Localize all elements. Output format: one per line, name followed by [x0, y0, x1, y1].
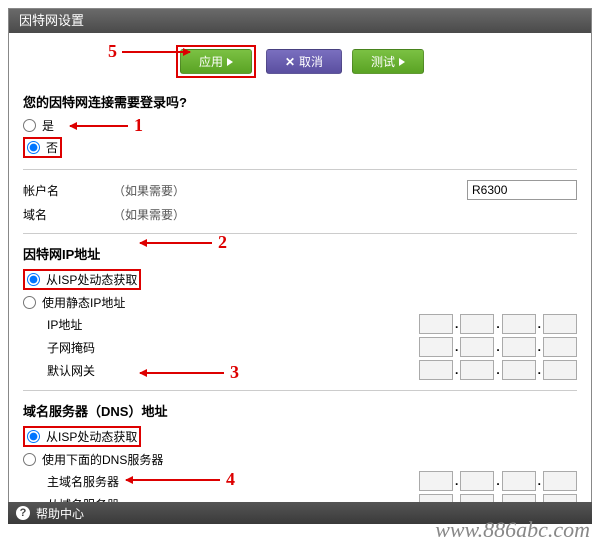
ip-address-input[interactable]: ...: [419, 314, 577, 334]
ip-dyn-label: 从ISP处动态获取: [46, 271, 137, 288]
annotation-1: 1: [134, 115, 143, 136]
help-label: 帮助中心: [36, 505, 84, 522]
gateway-input[interactable]: ...: [419, 360, 577, 380]
domain-row: 域名 （如果需要）: [23, 206, 577, 223]
radio-no-label: 否: [46, 139, 58, 156]
ip-static-label: 使用静态IP地址: [42, 294, 125, 311]
dns-section-title: 域名服务器（DNS）地址: [23, 401, 577, 420]
annotation-arrow-3: [140, 372, 224, 374]
annotation-box-1: 否: [23, 137, 62, 158]
dns-manual-row[interactable]: 使用下面的DNS服务器: [23, 451, 577, 468]
annotation-4: 4: [226, 469, 235, 490]
test-button[interactable]: 测试: [352, 49, 424, 74]
play-icon: [399, 58, 405, 66]
account-input[interactable]: [467, 180, 577, 200]
account-row: 帐户名 （如果需要）: [23, 180, 577, 200]
dns-primary-input[interactable]: ...: [419, 471, 577, 491]
dns-dyn-label: 从ISP处动态获取: [46, 428, 137, 445]
radio-yes-label: 是: [42, 117, 54, 134]
radio-yes[interactable]: [23, 119, 36, 132]
settings-panel: 因特网设置 应用 ✕ 取消 测试 您的因特网连接需要登录吗? 是 否: [8, 8, 592, 524]
ip-radio-static[interactable]: [23, 296, 36, 309]
ip-section-title: 因特网IP地址: [23, 244, 577, 263]
dns-manual-label: 使用下面的DNS服务器: [42, 451, 163, 468]
annotation-arrow-4: [126, 479, 220, 481]
annotation-arrow-5: [122, 51, 190, 53]
watermark: www.886abc.com: [435, 517, 590, 543]
ip-radio-dynamic[interactable]: [27, 273, 40, 286]
panel-title: 因特网设置: [9, 9, 591, 33]
gateway-row: 默认网关 ...: [23, 360, 577, 380]
radio-no-row[interactable]: 否: [27, 139, 58, 156]
account-label: 帐户名: [23, 182, 113, 199]
login-question: 您的因特网连接需要登录吗?: [23, 92, 577, 111]
dns-radio-manual[interactable]: [23, 453, 36, 466]
annotation-5: 5: [108, 41, 117, 62]
dns-primary-label: 主域名服务器: [23, 473, 133, 490]
subnet-input[interactable]: ...: [419, 337, 577, 357]
dns-radio-dynamic[interactable]: [27, 430, 40, 443]
annotation-arrow-2: [140, 242, 212, 244]
divider: [23, 233, 577, 234]
annotation-2: 2: [218, 232, 227, 253]
dns-primary-row: 主域名服务器 ...: [23, 471, 577, 491]
annotation-3: 3: [230, 362, 239, 383]
x-icon: ✕: [285, 55, 295, 69]
ip-dyn-row[interactable]: 从ISP处动态获取: [27, 271, 137, 288]
ip-address-row: IP地址 ...: [23, 314, 577, 334]
dns-dyn-row[interactable]: 从ISP处动态获取: [27, 428, 137, 445]
subnet-row: 子网掩码 ...: [23, 337, 577, 357]
play-icon: [227, 58, 233, 66]
gateway-label: 默认网关: [23, 362, 133, 379]
apply-label: 应用: [199, 53, 223, 70]
divider: [23, 390, 577, 391]
ip-address-label: IP地址: [23, 316, 133, 333]
domain-hint: （如果需要）: [113, 206, 185, 223]
divider: [23, 169, 577, 170]
cancel-button[interactable]: ✕ 取消: [266, 49, 342, 74]
account-hint: （如果需要）: [113, 182, 185, 199]
ip-static-row[interactable]: 使用静态IP地址: [23, 294, 577, 311]
action-buttons: 应用 ✕ 取消 测试: [9, 33, 591, 90]
domain-label: 域名: [23, 206, 113, 223]
content-scroll[interactable]: 您的因特网连接需要登录吗? 是 否 帐户名 （如果需要） 域名 （如果需要） 因…: [9, 90, 591, 523]
cancel-label: 取消: [299, 53, 323, 70]
annotation-box-2: 从ISP处动态获取: [23, 269, 141, 290]
radio-no[interactable]: [27, 141, 40, 154]
subnet-label: 子网掩码: [23, 339, 133, 356]
annotation-box-3: 从ISP处动态获取: [23, 426, 141, 447]
annotation-arrow-1: [70, 125, 128, 127]
test-label: 测试: [371, 53, 395, 70]
help-icon: ?: [16, 506, 30, 520]
